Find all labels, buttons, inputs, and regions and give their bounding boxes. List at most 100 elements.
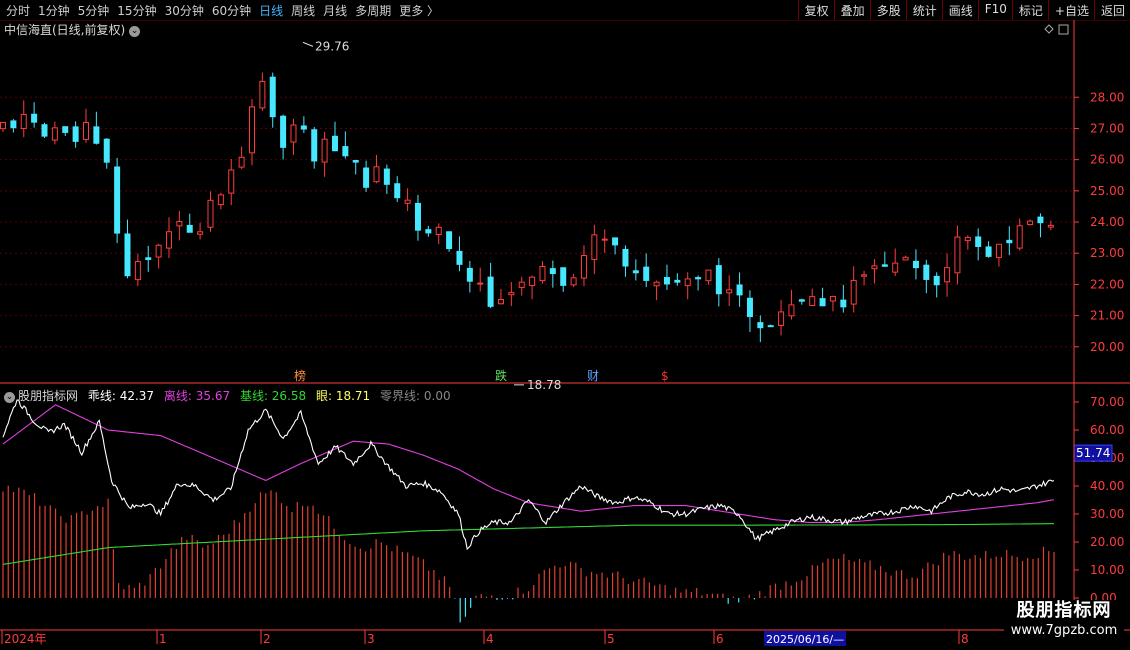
candle-body [394,183,401,199]
price-tick-label: 28.00 [1090,90,1124,104]
candle-body [342,146,349,157]
candle-body [197,231,204,235]
event-marker: 跌 [495,368,507,383]
series-line [2,523,1054,565]
candle-body [383,168,390,185]
candle-body [497,298,504,305]
series-line [2,404,1055,523]
candle-body [840,299,847,308]
candle-body [446,231,453,250]
candle-body [217,194,224,206]
price-tick-label: 25.00 [1090,184,1124,198]
candle-body [933,275,940,286]
date-label: 2024年 [4,632,47,646]
candle-body [529,276,536,287]
candle-body [695,277,702,280]
candle-body [404,199,411,204]
candle-body [757,322,764,329]
candle-body [912,260,919,269]
candle-body [767,325,774,328]
candle-body [560,267,567,286]
candle-body [1027,220,1034,226]
candle-body [985,246,992,257]
candle-body [248,106,255,154]
candle-body [715,265,722,295]
candle-body [726,289,733,294]
candle-body [363,167,370,188]
indicator-tick-label: 60.00 [1090,423,1124,437]
candle-body [954,236,961,274]
candle-body [425,229,432,234]
candle-body [238,156,245,168]
candle-body [124,233,131,277]
candle-body [62,126,69,133]
candle-body [975,236,982,247]
candle-body [508,292,515,296]
candle-body [1006,239,1013,244]
candle-body [798,299,805,302]
indicator-name: 股朋指标网 [18,389,79,403]
candle-body [10,120,17,129]
candle-body [186,224,193,233]
event-marker: 财 [587,369,599,383]
date-label: 4 [486,632,494,646]
candle-body [207,199,214,228]
price-tick-label: 24.00 [1090,215,1124,229]
kline-chart: 28.00 27.00 26.00 25.00 24.00 23.00 22.00 21.00… [0,20,1130,646]
date-label: 3 [367,632,375,646]
candle-body [103,138,110,163]
candle-body [82,121,89,140]
current-value-label: 51.74 [1076,446,1110,460]
candle-body [321,138,328,163]
candle-body [549,268,556,275]
candle-body [373,166,380,183]
high-pointer [302,41,314,47]
candle-body [72,126,79,142]
candle-body [964,236,971,242]
date-label: 8 [961,632,969,646]
candle-body [414,202,421,231]
event-marker: 榜 [294,368,306,383]
candle-body [539,266,546,282]
low-label: 18.78 [527,378,561,392]
date-label: 2 [263,632,271,646]
indicator-tick-label: 10.00 [1090,563,1124,577]
indicator-tick-label: 20.00 [1090,535,1124,549]
price-tick-label: 26.00 [1090,153,1124,167]
candle-body [269,76,276,118]
candle-body [1016,225,1023,249]
candle-body [41,124,48,137]
candle-body [861,274,868,277]
candle-body [736,284,743,296]
candle-body [892,262,899,273]
candle-body [114,166,121,234]
candle-body [746,297,753,318]
price-tick-label: 22.00 [1090,277,1124,291]
date-label: 6 [716,632,724,646]
candle-body [331,135,338,152]
legend-item: 眼: 18.71 [315,389,371,403]
chevron-down-icon[interactable]: ⌄ [4,392,15,403]
candle-body [456,250,463,265]
candle-body [881,264,888,267]
candle-body [280,115,287,148]
candle-body [684,278,691,287]
candle-body [518,281,525,288]
candle-body [674,279,681,283]
candle-body [632,270,639,274]
legend-item: 乖线: 42.37 [87,389,155,403]
candle-body [487,276,494,307]
indicator-tick-label: 40.00 [1090,479,1124,493]
candle-body [995,243,1002,258]
candle-body [300,125,307,130]
candle-body [601,238,608,241]
diamond-icon [1044,24,1054,34]
candle-body [663,277,670,285]
candle-body [902,256,909,261]
window-icon [1058,24,1069,35]
date-highlight-label: 2025/06/16/— [766,633,844,646]
candle-body [653,281,660,287]
candle-body [809,296,816,307]
candle-body [612,237,619,246]
candle-body [20,113,27,130]
